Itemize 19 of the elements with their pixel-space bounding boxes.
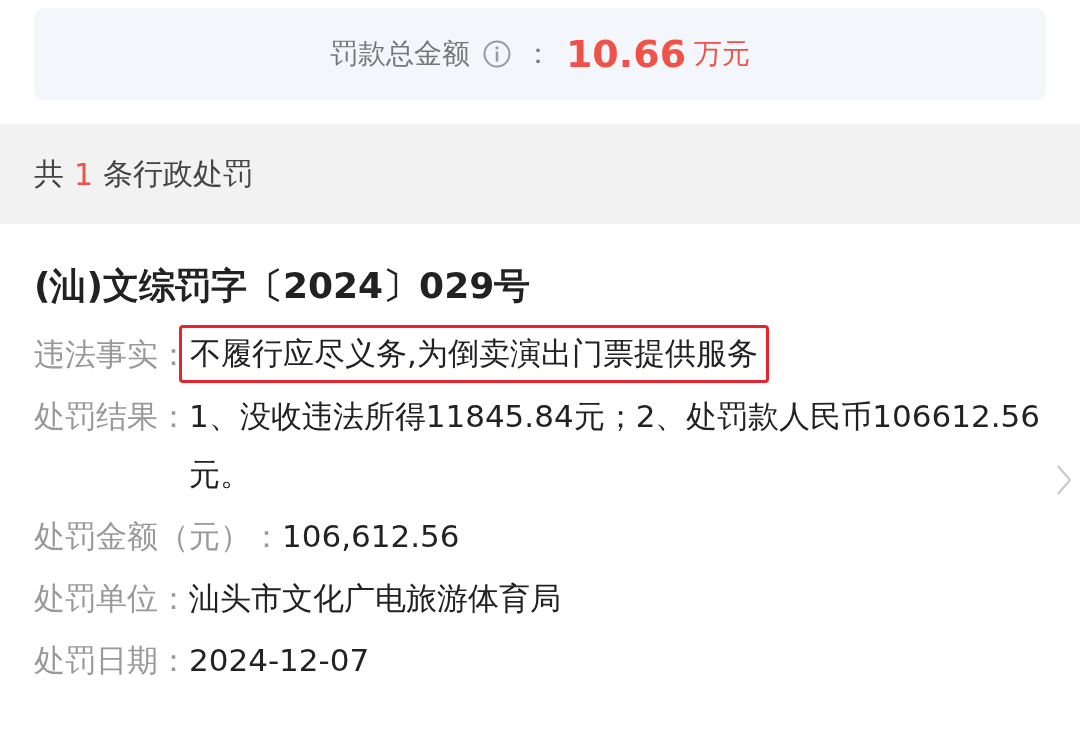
record-count: 1 bbox=[74, 156, 94, 192]
count-suffix: 条行政处罚 bbox=[103, 154, 254, 193]
total-amount: 10.66 bbox=[565, 32, 687, 76]
count-prefix: 共 bbox=[34, 154, 64, 193]
field-value: 1、没收违法所得11845.84元；2、处罚款人民币106612.56元。 bbox=[189, 397, 1040, 494]
field-label: 处罚日期： bbox=[34, 641, 189, 680]
record-title[interactable]: (汕)文综罚字〔2024〕029号 bbox=[34, 262, 1040, 311]
field-label: 处罚单位： bbox=[34, 579, 189, 618]
field-value: 106,612.56 bbox=[282, 517, 460, 556]
field-value: 不履行应尽义务,为倒卖演出门票提供服务 bbox=[179, 325, 769, 383]
amount-unit: 万元 bbox=[694, 36, 751, 72]
chevron-right-icon[interactable] bbox=[1056, 464, 1072, 496]
field-label: 处罚金额（元）： bbox=[34, 517, 282, 556]
field-label: 处罚结果： bbox=[34, 397, 189, 436]
summary-label: 罚款总金额 bbox=[329, 36, 470, 72]
separator: ： bbox=[523, 36, 552, 72]
field-value: 2024-12-07 bbox=[189, 641, 370, 680]
info-icon[interactable] bbox=[481, 39, 512, 69]
field-value: 汕头市文化广电旅游体育局 bbox=[189, 579, 561, 618]
